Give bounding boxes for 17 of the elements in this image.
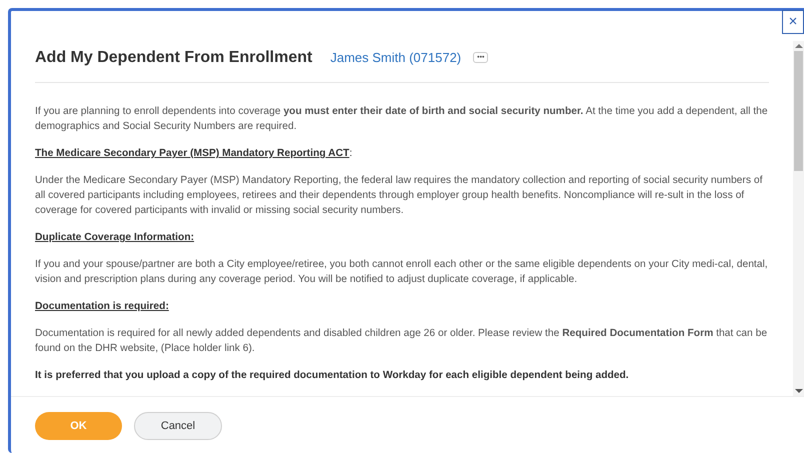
close-button[interactable]: × (782, 10, 804, 34)
scroll-up-icon[interactable] (794, 43, 802, 49)
cancel-button[interactable]: Cancel (134, 412, 222, 440)
section-heading: Documentation is required: (35, 301, 169, 312)
scrollbar-thumb[interactable] (794, 51, 803, 171)
dialog-title: Add My Dependent From Enrollment (35, 48, 312, 66)
heading-colon: : (349, 148, 352, 159)
section-heading: Duplicate Coverage Information: (35, 232, 194, 243)
section-heading: The Medicare Secondary Payer (MSP) Mandatory Reporting ACT (35, 148, 350, 159)
paragraph: Documentation is required for all newly added dependents and disabled children age 26 or older. Please review the Required Documentation Form that can be found on the DHR website, (Place holder link 6). (35, 327, 768, 356)
paragraph: Under the Medicare Secondary Payer (MSP) Mandatory Reporting, the federal law requires the mandatory collection and reporting of social security numbers of all covered participants including employees, retirees and their dependents through employer group health benefits. Noncompliance will re-sult in the loss of coverage for covered participants with invalid or missing social security numbers. (35, 174, 764, 218)
paragraph: If you and your spouse/partner are both a City employee/retiree, you both cannot enroll each other or the same eligible dependents on your City medi-cal, dental, vision and prescription plans during any coverage period. You will be notified to adjust duplicate coverage, if applicable. (35, 258, 769, 287)
worker-link[interactable]: James Smith (071572) (330, 50, 462, 65)
paragraph: It is preferred that you upload a copy of the required documentation to Workday for each eligible dependent being added. (35, 369, 630, 383)
scrollbar[interactable] (793, 41, 804, 396)
paragraph: If you are planning to enroll dependents into coverage you must enter their date of birth and social security number. At the time you add a dependent, all the demographics and Social Security Numbers are required. (35, 105, 769, 134)
scroll-down-icon[interactable] (794, 388, 802, 394)
